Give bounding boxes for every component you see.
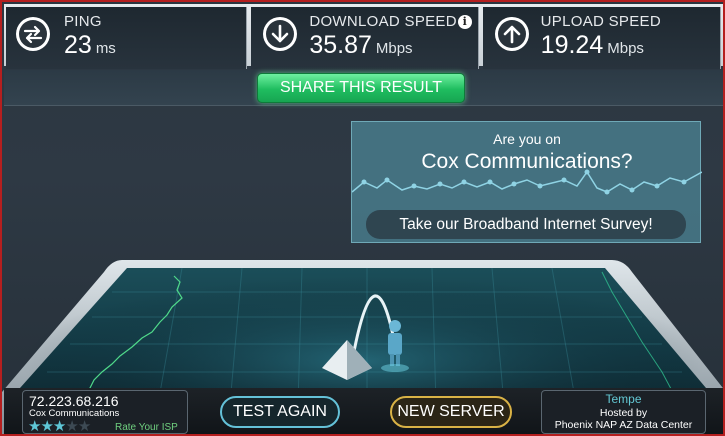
arrow-up-icon (494, 17, 529, 51)
star-icon[interactable]: ★ (78, 418, 91, 434)
survey-question-line1: Are you on (493, 131, 561, 147)
ping-number: 23 (64, 31, 92, 59)
isp-rating-stars[interactable]: ★★★★★ (28, 418, 91, 434)
ping-arrows-icon (16, 17, 50, 51)
share-result-button[interactable]: SHARE THIS RESULT (257, 73, 465, 103)
stats-bar: PING 23 ms DOWNLOAD SPEED i 35.87 Mbps UPL (4, 4, 723, 69)
upload-panel: UPLOAD SPEED 19.24 Mbps (482, 7, 721, 69)
ping-value: 23 ms (64, 31, 116, 60)
server-hosted-label: Hosted by (599, 407, 648, 419)
new-server-button[interactable]: NEW SERVER (390, 396, 512, 428)
download-number: 35.87 (309, 31, 372, 59)
upload-unit: Mbps (607, 40, 644, 57)
star-icon[interactable]: ★ (53, 418, 66, 434)
test-again-button[interactable]: TEST AGAIN (220, 396, 340, 428)
arrow-down-icon (263, 17, 298, 51)
speedtest-window: PING 23 ms DOWNLOAD SPEED i 35.87 Mbps UPL (0, 0, 725, 436)
rate-isp-link[interactable]: Rate Your ISP (115, 422, 178, 433)
info-icon[interactable]: i (457, 15, 472, 29)
star-icon[interactable]: ★ (28, 418, 41, 434)
ping-label: PING (64, 13, 102, 30)
upload-label: UPLOAD SPEED (540, 13, 661, 30)
isp-ip-address: 72.223.68.216 (29, 393, 119, 409)
upload-value: 19.24 Mbps (541, 31, 644, 60)
server-name: Phoenix NAP AZ Data Center (554, 419, 693, 431)
star-icon[interactable]: ★ (65, 418, 78, 434)
star-icon[interactable]: ★ (40, 418, 53, 434)
isp-survey-card[interactable]: Are you on Cox Communications? Take our … (351, 121, 702, 243)
download-label: DOWNLOAD SPEED (309, 13, 457, 30)
survey-question-isp: Cox Communications? (421, 150, 633, 173)
ping-panel: PING 23 ms (6, 7, 248, 69)
download-value: 35.87 Mbps (309, 31, 412, 60)
ping-unit: ms (95, 40, 116, 57)
download-unit: Mbps (375, 40, 413, 57)
survey-button[interactable]: Take our Broadband Internet Survey! (366, 210, 686, 239)
server-city: Tempe (605, 392, 642, 406)
upload-number: 19.24 (540, 31, 604, 59)
download-panel: DOWNLOAD SPEED i 35.87 Mbps (251, 7, 479, 69)
